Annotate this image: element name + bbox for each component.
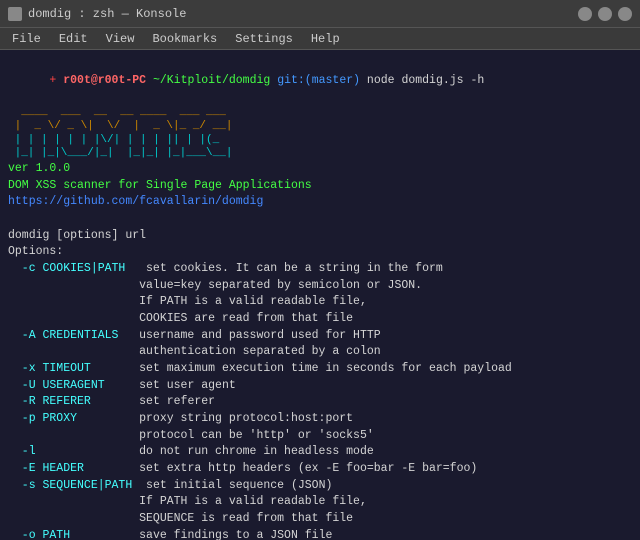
desc-p-1: proxy string protocol:host:port — [77, 412, 353, 425]
usage-line: domdig [options] url — [8, 228, 632, 245]
desc-r: set referer — [91, 395, 215, 408]
opt-r: -R REFERER set referer — [8, 394, 632, 411]
menu-help[interactable]: Help — [303, 30, 348, 48]
url-line: https://github.com/fcavallarin/domdig — [8, 194, 632, 211]
ascii-line-3: | | | | | | |\/| | | | || | |(_ — [8, 134, 632, 148]
desc-c-1: set cookies. It can be a string in the f… — [125, 262, 442, 275]
flag-u: -U USERAGENT — [8, 379, 105, 392]
menu-bookmarks[interactable]: Bookmarks — [144, 30, 225, 48]
desc-c-2: value=key separated by semicolon or JSON… — [8, 279, 422, 292]
prompt-sep-1 — [146, 74, 153, 87]
app-icon — [8, 7, 22, 21]
opt-s-1: -s SEQUENCE|PATH set initial sequence (J… — [8, 478, 632, 495]
opt-o: -o PATH save findings to a JSON file — [8, 528, 632, 540]
titlebar: domdig : zsh — Konsole — [0, 0, 640, 28]
desc-c-4: COOKIES are read from that file — [8, 312, 353, 325]
opt-c-4: COOKIES are read from that file — [8, 311, 632, 328]
version-line: ver 1.0.0 — [8, 161, 632, 178]
prompt-git-1: git:(master) — [277, 74, 360, 87]
ascii-art: ____ ___ __ __ ____ ___ ___ | _ \/ _ \| … — [8, 106, 632, 161]
prompt-symbol-1: + — [49, 74, 63, 87]
opt-c-3: If PATH is a valid readable file, — [8, 294, 632, 311]
flag-o: -o PATH — [8, 529, 70, 540]
flag-c: -c COOKIES|PATH — [8, 262, 125, 275]
desc-s-3: SEQUENCE is read from that file — [8, 512, 353, 525]
prompt-command-1: node domdig.js -h — [360, 74, 484, 87]
flag-r: -R REFERER — [8, 395, 91, 408]
minimize-button[interactable] — [578, 7, 592, 21]
flag-l: -l — [8, 445, 36, 458]
desc-c-3: If PATH is a valid readable file, — [8, 295, 367, 308]
window: domdig : zsh — Konsole File Edit View Bo… — [0, 0, 640, 540]
desc-s-2: If PATH is a valid readable file, — [8, 495, 367, 508]
prompt-path-1: ~/Kitploit/domdig — [153, 74, 270, 87]
desc-a-1: username and password used for HTTP — [118, 329, 380, 342]
flag-e: -E HEADER — [8, 462, 84, 475]
desc-x: set maximum execution time in seconds fo… — [91, 362, 512, 375]
terminal[interactable]: + r00t@r00t-PC ~/Kitploit/domdig git:(ma… — [0, 50, 640, 540]
options-header: Options: — [8, 244, 632, 261]
opt-l: -l do not run chrome in headless mode — [8, 444, 632, 461]
opt-u: -U USERAGENT set user agent — [8, 378, 632, 395]
opt-e: -E HEADER set extra http headers (ex -E … — [8, 461, 632, 478]
opt-p-2: protocol can be 'http' or 'socks5' — [8, 428, 632, 445]
opt-s-2: If PATH is a valid readable file, — [8, 494, 632, 511]
opt-p-1: -p PROXY proxy string protocol:host:port — [8, 411, 632, 428]
desc-e: set extra http headers (ex -E foo=bar -E… — [84, 462, 477, 475]
flag-a: -A CREDENTIALS — [8, 329, 118, 342]
ascii-line-1: ____ ___ __ __ ____ ___ ___ — [8, 106, 632, 120]
menu-settings[interactable]: Settings — [227, 30, 301, 48]
desc-o: save findings to a JSON file — [70, 529, 332, 540]
desc-a-2: authentication separated by a colon — [8, 345, 381, 358]
maximize-button[interactable] — [598, 7, 612, 21]
menu-edit[interactable]: Edit — [51, 30, 96, 48]
window-controls — [578, 7, 632, 21]
menu-file[interactable]: File — [4, 30, 49, 48]
prompt-user-1: r00t@r00t-PC — [63, 74, 146, 87]
menubar: File Edit View Bookmarks Settings Help — [0, 28, 640, 50]
window-title: domdig : zsh — Konsole — [28, 7, 186, 21]
opt-c-2: value=key separated by semicolon or JSON… — [8, 278, 632, 295]
prompt-line-1: + r00t@r00t-PC ~/Kitploit/domdig git:(ma… — [8, 56, 632, 106]
desc-line: DOM XSS scanner for Single Page Applicat… — [8, 178, 632, 195]
blank-line-1 — [8, 211, 632, 228]
flag-s: -s SEQUENCE|PATH — [8, 479, 132, 492]
titlebar-left: domdig : zsh — Konsole — [8, 7, 186, 21]
desc-s-1: set initial sequence (JSON) — [132, 479, 332, 492]
opt-a-2: authentication separated by a colon — [8, 344, 632, 361]
ascii-line-4: |_| |_|\___/|_| |_|_| |_|___\__| — [8, 147, 632, 161]
opt-c-1: -c COOKIES|PATH set cookies. It can be a… — [8, 261, 632, 278]
opt-x: -x TIMEOUT set maximum execution time in… — [8, 361, 632, 378]
opt-a-1: -A CREDENTIALS username and password use… — [8, 328, 632, 345]
flag-p: -p PROXY — [8, 412, 77, 425]
flag-x: -x TIMEOUT — [8, 362, 91, 375]
desc-u: set user agent — [105, 379, 236, 392]
close-button[interactable] — [618, 7, 632, 21]
menu-view[interactable]: View — [98, 30, 143, 48]
opt-s-3: SEQUENCE is read from that file — [8, 511, 632, 528]
desc-p-2: protocol can be 'http' or 'socks5' — [8, 429, 374, 442]
desc-l: do not run chrome in headless mode — [36, 445, 374, 458]
ascii-line-2: | _ \/ _ \| \/ | _ \|_ _/ __| — [8, 120, 632, 134]
